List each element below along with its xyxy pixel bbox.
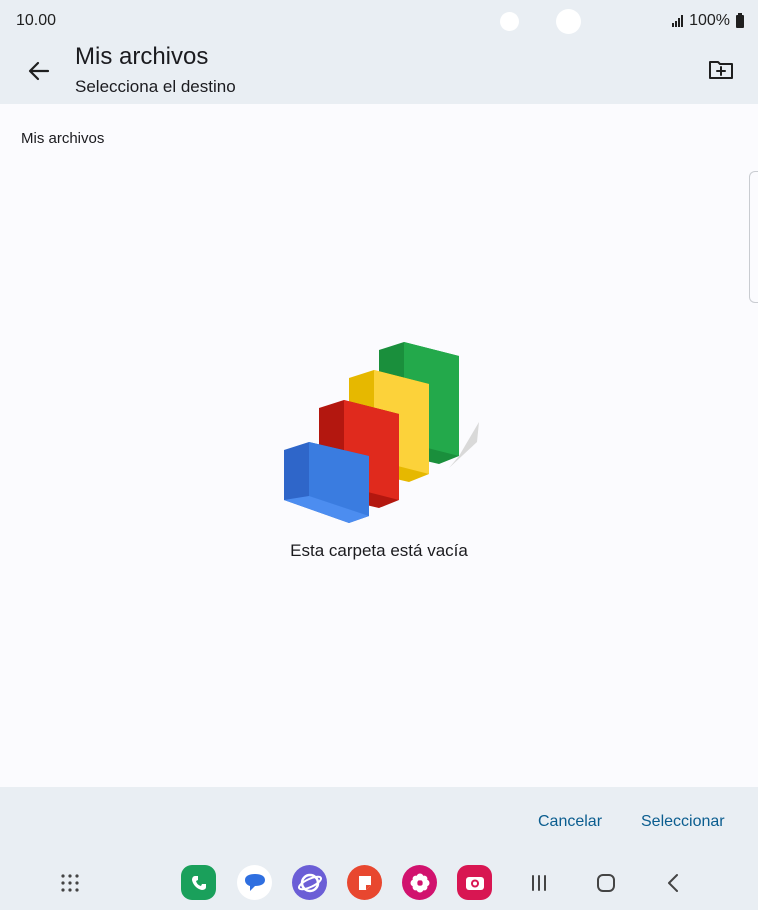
navigation-bar — [0, 849, 758, 910]
recent-apps-icon — [532, 875, 546, 891]
phone-icon — [191, 875, 206, 890]
phone-app-icon[interactable] — [181, 865, 216, 900]
battery-icon — [736, 12, 744, 28]
breadcrumb[interactable]: Mis archivos — [21, 130, 104, 147]
cancel-button[interactable]: Cancelar — [538, 813, 602, 831]
camera-cutout — [500, 12, 519, 31]
notes-app-icon[interactable] — [347, 865, 382, 900]
arrow-left-icon — [28, 61, 50, 81]
gallery-app-icon[interactable] — [402, 865, 437, 900]
camera-app-icon[interactable] — [457, 865, 492, 900]
back-button[interactable] — [22, 54, 56, 88]
status-bar: 10.00 100% — [0, 0, 758, 40]
internet-app-icon[interactable] — [292, 865, 327, 900]
empty-folder-message: Esta carpeta está vacía — [290, 541, 468, 560]
battery-percentage: 100% — [689, 12, 730, 29]
bottom-action-bar: Cancelar Seleccionar — [0, 787, 758, 849]
recent-apps-button[interactable] — [522, 866, 556, 900]
camera-cutout — [556, 9, 581, 34]
new-folder-button[interactable] — [706, 54, 736, 84]
signal-icon — [672, 15, 684, 27]
app-drawer-button[interactable] — [53, 866, 87, 900]
page-title: Mis archivos — [75, 43, 209, 70]
status-indicators: 100% — [672, 12, 744, 30]
create-folder-icon — [709, 61, 733, 79]
status-time: 10.00 — [16, 12, 57, 29]
file-browser-content: Mis archivos Esta carpeta está vacía — [0, 104, 758, 787]
globe-icon — [297, 873, 322, 892]
page-subtitle: Selecciona el destino — [75, 77, 236, 96]
home-icon — [597, 874, 615, 892]
camera-icon — [465, 876, 484, 890]
empty-folder-illustration-icon — [284, 342, 479, 523]
select-button[interactable]: Seleccionar — [641, 813, 725, 831]
home-button[interactable] — [589, 866, 623, 900]
grid-icon — [61, 874, 79, 892]
scroll-handle[interactable] — [749, 171, 758, 303]
app-bar: Mis archivos Selecciona el destino — [0, 40, 758, 104]
message-bubble-icon — [244, 873, 265, 891]
chevron-left-icon — [668, 874, 678, 892]
messages-app-icon[interactable] — [237, 865, 272, 900]
note-icon — [358, 875, 371, 890]
flower-icon — [410, 873, 429, 892]
back-nav-button[interactable] — [656, 866, 690, 900]
